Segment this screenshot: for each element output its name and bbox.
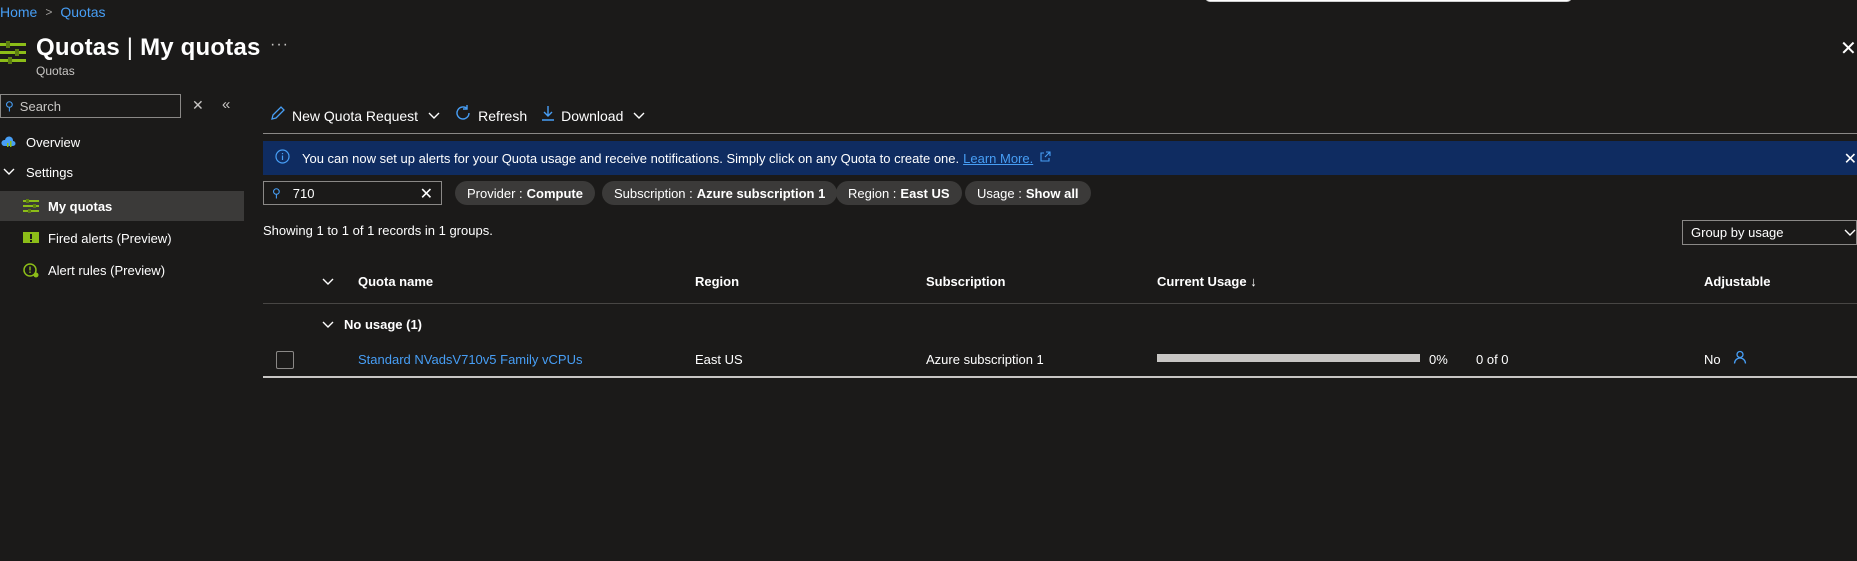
toolbar-divider [263,133,1857,134]
cloud-overview-icon [0,133,18,151]
results-summary: Showing 1 to 1 of 1 records in 1 groups. [263,223,493,238]
provider-filter-pill[interactable]: Provider : Compute [455,181,595,205]
filter-label: Region : [848,185,897,201]
sidebar-item-label: Overview [26,134,81,150]
quota-name-link[interactable]: Standard NVadsV710v5 Family vCPUs [358,352,582,367]
column-header-adjustable[interactable]: Adjustable [1704,274,1770,289]
breadcrumb-home-link[interactable]: Home [0,4,37,20]
header-divider [263,303,1857,304]
refresh-label: Refresh [478,107,528,124]
filter-value: Azure subscription 1 [696,185,826,201]
column-header-quota-name[interactable]: Quota name [358,274,433,289]
quotas-icon [22,197,40,215]
external-link-icon [1039,150,1051,166]
chevron-right-icon: > [45,5,53,19]
sidebar-item-label: Settings [26,164,73,180]
page-title: Quotas | My quotas [36,34,261,61]
sidebar-search-box: ⚲ [0,94,181,118]
clear-search-icon[interactable]: ✕ [420,184,433,204]
column-header-current-usage[interactable]: Current Usage ↓ [1157,274,1257,289]
chevron-down-icon [428,109,440,123]
alert-rule-icon [22,261,40,279]
learn-more-link[interactable]: Learn More. [963,151,1033,166]
group-label: No usage (1) [344,317,423,332]
info-banner: You can now set up alerts for your Quota… [263,141,1857,175]
clear-search-icon[interactable]: ✕ [192,97,204,114]
usage-progress-bar [1157,354,1420,362]
group-header-row[interactable]: No usage (1) [322,317,422,332]
sidebar-search-input[interactable] [19,98,170,114]
row-divider [263,376,1857,378]
sidebar-item-settings[interactable]: Settings [0,157,73,187]
filter-value: East US [900,185,950,201]
sidebar-item-alert-rules[interactable]: Alert rules (Preview) [0,255,165,285]
chevron-down-icon [633,109,645,123]
sidebar-item-label: My quotas [48,198,113,214]
breadcrumb: Home > Quotas [0,4,106,20]
usage-count-cell: 0 of 0 [1476,352,1509,367]
close-icon[interactable]: ✕ [1840,36,1857,61]
subscription-filter-pill[interactable]: Subscription : Azure subscription 1 [602,181,838,205]
more-options-icon[interactable]: ··· [270,36,289,54]
sidebar-item-label: Fired alerts (Preview) [48,230,172,246]
search-icon: ⚲ [5,99,14,113]
search-icon: ⚲ [272,186,281,200]
pencil-icon [270,105,286,126]
alert-icon [22,229,40,247]
info-icon [275,149,290,167]
download-button[interactable]: Download [541,105,645,126]
download-icon [541,105,555,126]
sidebar-item-overview[interactable]: Overview [0,127,80,157]
page-subtitle: Quotas [36,64,75,78]
sidebar-item-fired-alerts[interactable]: Fired alerts (Preview) [0,223,172,253]
adjustable-cell: No [1704,352,1721,367]
breadcrumb-quotas-link[interactable]: Quotas [60,4,105,20]
download-label: Download [561,107,624,124]
region-filter-pill[interactable]: Region : East US [836,181,962,205]
filter-search-box: ⚲ ✕ [263,181,442,205]
filter-value: Show all [1025,185,1079,201]
chevron-down-icon [322,317,334,332]
row-checkbox[interactable] [276,351,294,369]
top-search-box[interactable] [1205,0,1572,2]
group-by-dropdown[interactable]: Group by usage [1682,220,1857,245]
command-bar: New Quota Request Refresh Download [270,104,645,127]
banner-text: You can now set up alerts for your Quota… [302,150,960,166]
column-header-subscription[interactable]: Subscription [926,274,1005,289]
quotas-icon [0,41,26,64]
new-quota-request-label: New Quota Request [292,107,419,124]
usage-percent-cell: 0% [1429,352,1448,367]
column-header-region[interactable]: Region [695,274,739,289]
person-icon[interactable] [1733,350,1747,367]
subscription-cell: Azure subscription 1 [926,352,1044,367]
filter-label: Usage : [977,185,1022,201]
group-by-value: Group by usage [1691,225,1784,240]
filter-label: Provider : [467,185,523,201]
new-quota-request-button[interactable]: New Quota Request [270,105,440,126]
usage-filter-pill[interactable]: Usage : Show all [965,181,1091,205]
sidebar-item-my-quotas[interactable]: My quotas [0,191,244,221]
refresh-button[interactable]: Refresh [454,104,527,127]
collapse-sidebar-icon[interactable]: « [222,96,230,113]
filter-value: Compute [526,185,583,201]
close-icon[interactable]: ✕ [1844,149,1857,169]
page-header: Quotas | My quotas [0,34,261,66]
filter-label: Subscription : [614,185,693,201]
expand-all-groups-icon[interactable] [322,274,334,289]
table-row[interactable]: Standard NVadsV710v5 Family vCPUs East U… [263,345,1857,375]
region-cell: East US [695,352,743,367]
filter-search-input[interactable] [292,185,403,201]
sidebar-item-label: Alert rules (Preview) [48,262,166,278]
chevron-down-icon [0,163,18,181]
refresh-icon [454,104,472,127]
chevron-down-icon [1844,226,1856,240]
